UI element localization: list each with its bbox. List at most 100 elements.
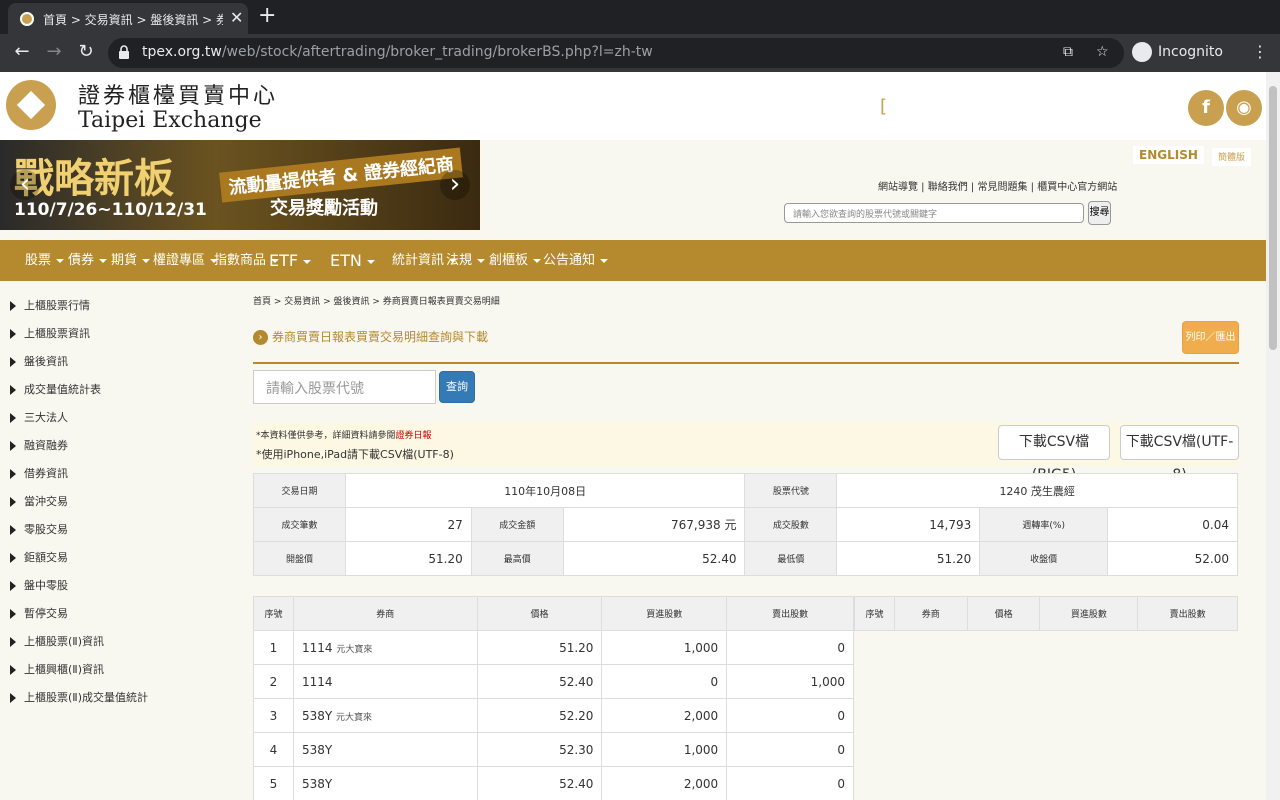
sidebar-item[interactable]: 盤中零股	[10, 577, 68, 597]
high-value: 52.40	[562, 541, 746, 576]
toplink-official[interactable]: 櫃買中心官方網站	[1037, 182, 1117, 193]
table-row: 1 1114 元大寶來 51.20 1,000 0	[253, 630, 854, 665]
stock-code-input[interactable]: 請輸入股票代號	[253, 370, 436, 404]
nav-item[interactable]: 股票	[25, 240, 65, 281]
nav-item[interactable]: 權證專區	[153, 240, 219, 281]
sidebar-item[interactable]: 盤後資訊	[10, 353, 68, 373]
sidebar-item[interactable]: 上櫃股票資訊	[10, 325, 90, 345]
toplink-contact[interactable]: 聯絡我們	[928, 182, 968, 193]
nav-item[interactable]: 公告通知	[543, 240, 609, 281]
price-cell: 51.20	[476, 630, 603, 665]
nav-item[interactable]: ETF	[269, 240, 312, 281]
download-csv-utf8-button[interactable]: 下載CSV檔(UTF-8)	[1120, 425, 1239, 483]
price-cell: 52.40	[476, 664, 603, 699]
incognito-indicator[interactable]: Incognito	[1132, 42, 1223, 62]
sidebar-item[interactable]: 上櫃股票(Ⅱ)成交量值統計	[10, 689, 148, 709]
marquee-bracket: [	[880, 96, 888, 117]
notice-link[interactable]: 證券日報	[396, 431, 432, 441]
toplink-faq[interactable]: 常見問題集	[977, 182, 1027, 193]
banner-prev-icon[interactable]: ‹	[10, 170, 40, 200]
nav-item[interactable]: 法規	[446, 240, 486, 281]
stock-code-value: 1240 茂生農經	[836, 473, 1238, 508]
trade-date-value: 110年10月08日	[344, 473, 746, 508]
breadcrumb[interactable]: 首頁 > 交易資訊 > 盤後資訊 > 券商買賣日報表買賣交易明細	[253, 294, 500, 307]
browser-menu-icon[interactable]: ⋮	[1252, 42, 1268, 61]
facebook-icon[interactable]: f	[1188, 90, 1224, 126]
site-favicon-icon	[20, 12, 34, 26]
nav-item[interactable]: ETN	[330, 240, 375, 281]
close-tab-icon[interactable]: ✕	[230, 8, 243, 27]
sidebar-item[interactable]: 鉅額交易	[10, 549, 68, 569]
browser-tab[interactable]: 首頁 > 交易資訊 > 盤後資訊 > 券商買賣日報表 ✕	[8, 3, 248, 34]
title-bullet-icon: ›	[253, 330, 268, 345]
nav-item[interactable]: 創櫃板	[489, 240, 542, 281]
expand-icon	[10, 441, 16, 451]
sidebar-item[interactable]: 暫停交易	[10, 605, 68, 625]
sidebar-item[interactable]: 三大法人	[10, 409, 68, 429]
toplink-sitemap[interactable]: 網站導覽	[878, 182, 918, 193]
trades-table-left: 序號 券商 價格 買進股數 賣出股數 1 1114 元大寶來 51.20 1,0…	[253, 596, 854, 800]
buy-cell: 1,000	[601, 630, 728, 665]
open-label: 開盤價	[253, 541, 346, 576]
row-number: 1	[253, 630, 294, 665]
expand-icon	[10, 693, 16, 703]
col-header: 序號	[854, 596, 895, 631]
top-links: 網站導覽 | 聯絡我們 | 常見問題集 | 櫃買中心官方網站	[878, 182, 1118, 193]
sell-cell: 1,000	[726, 664, 854, 699]
amount-value: 767,938 元	[562, 507, 746, 542]
english-link[interactable]: ENGLISH	[1133, 146, 1204, 164]
col-header: 賣出股數	[726, 596, 854, 631]
translate-icon[interactable]: ⧉	[1063, 44, 1073, 60]
page-title: › 券商買賣日報表買賣交易明細查詢與下載	[253, 328, 488, 345]
expand-icon	[10, 553, 16, 563]
nav-item[interactable]: 期貨	[111, 240, 151, 281]
bookmark-star-icon[interactable]: ☆	[1096, 44, 1109, 60]
lock-icon	[119, 45, 129, 59]
sidebar-item[interactable]: 借券資訊	[10, 465, 68, 485]
notice-box: *本資料僅供參考，詳細資料請參閱證券日報 *使用iPhone,iPad請下載CS…	[253, 422, 1239, 483]
sidebar-item[interactable]: 零股交易	[10, 521, 68, 541]
site-search-input[interactable]: 請輸入您欲查詢的股票代號或關鍵字	[784, 203, 1084, 223]
promo-banner[interactable]: 戰略新板 流動量提供者 & 證券經紀商 交易獎勵活動 110/7/26~110/…	[0, 140, 480, 230]
new-tab-icon[interactable]: +	[258, 3, 276, 28]
trades-table-right: 序號 券商 價格 買進股數 賣出股數	[854, 596, 1238, 631]
reload-icon[interactable]: ↻	[74, 41, 98, 65]
logo-chinese[interactable]: 證券櫃檯買賣中心	[78, 78, 278, 110]
forward-icon[interactable]: →	[42, 41, 66, 65]
sell-cell: 0	[726, 766, 854, 800]
logo-english[interactable]: Taipei Exchange	[78, 108, 262, 133]
banner-event: 交易獎勵活動	[270, 198, 378, 219]
sidebar-item[interactable]: 上櫃股票(Ⅱ)資訊	[10, 633, 104, 653]
col-header: 買進股數	[601, 596, 728, 631]
query-button[interactable]: 查詢	[439, 371, 475, 403]
download-csv-big5-button[interactable]: 下載CSV檔(BIG5)	[998, 425, 1110, 483]
page-scrollbar[interactable]	[1266, 72, 1280, 800]
row-number: 2	[253, 664, 294, 699]
sidebar-item[interactable]: 上櫃股票行情	[10, 297, 90, 317]
sidebar-item[interactable]: 當沖交易	[10, 493, 68, 513]
expand-icon	[10, 301, 16, 311]
scrollbar-thumb[interactable]	[1269, 86, 1277, 350]
nav-item[interactable]: 債券	[68, 240, 108, 281]
address-bar[interactable]: tpex.org.tw/web/stock/aftertrading/broke…	[108, 38, 1124, 68]
print-export-button[interactable]: 列印／匯出	[1182, 321, 1239, 354]
sidebar-item[interactable]: 上櫃興櫃(Ⅱ)資訊	[10, 661, 104, 681]
expand-icon	[10, 637, 16, 647]
sidebar-item[interactable]: 成交量值統計表	[10, 381, 101, 401]
site-search-button[interactable]: 搜尋	[1088, 201, 1111, 225]
logo-icon[interactable]	[6, 80, 56, 130]
simplified-chinese-link[interactable]: 簡體版	[1212, 148, 1252, 166]
sidebar-item[interactable]: 融資融券	[10, 437, 68, 457]
open-value: 51.20	[344, 541, 472, 576]
banner-next-icon[interactable]: ›	[440, 170, 470, 200]
stock-code-label: 股票代號	[744, 473, 838, 508]
high-label: 最高價	[470, 541, 564, 576]
expand-icon	[10, 665, 16, 675]
price-cell: 52.20	[476, 698, 603, 733]
broker-cell: 538Y 元大寶來	[292, 698, 478, 733]
rss-icon[interactable]: ◉	[1226, 90, 1262, 126]
col-header: 價格	[476, 596, 603, 631]
volume-value: 14,793	[836, 507, 981, 542]
back-icon[interactable]: ←	[10, 41, 34, 65]
close-value: 52.00	[1107, 541, 1238, 576]
